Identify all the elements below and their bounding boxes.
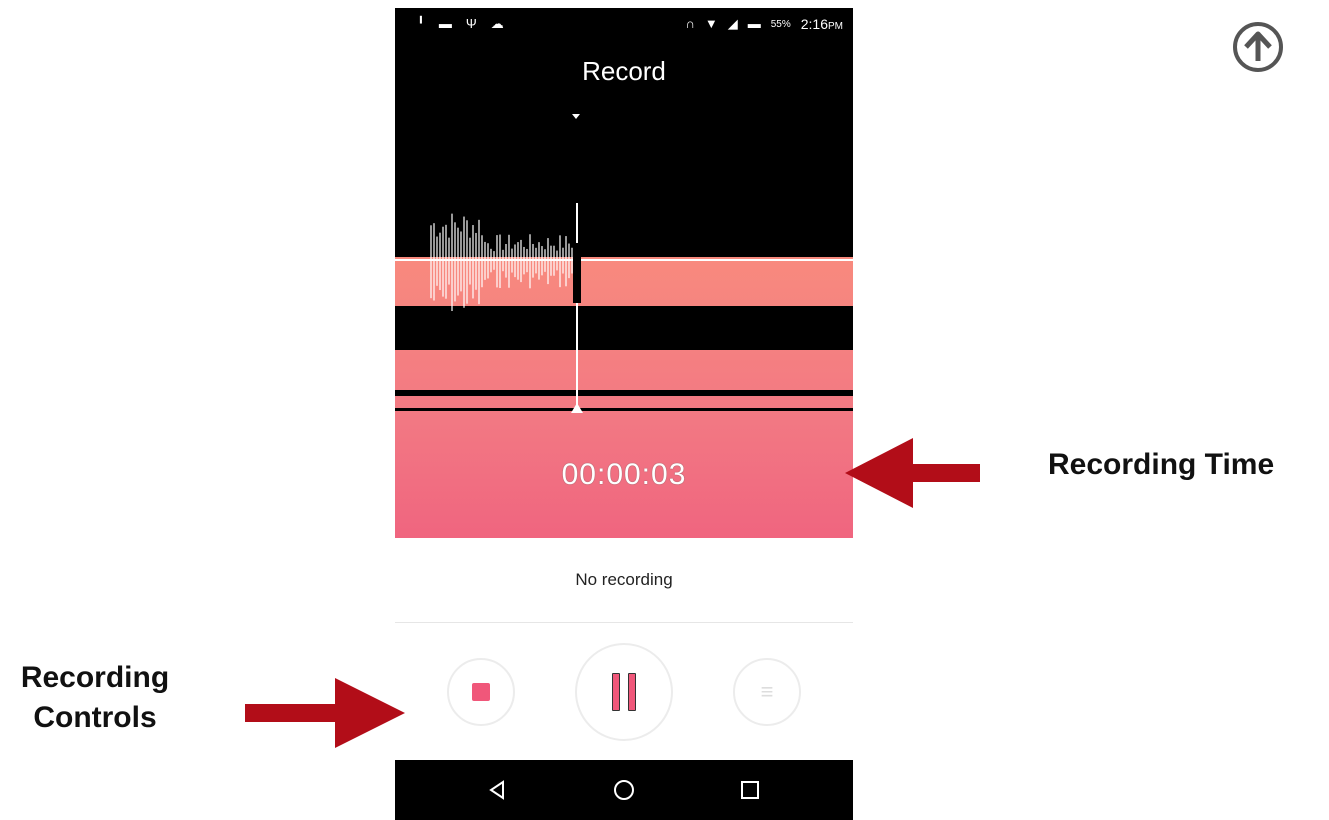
recording-controls-label: Recording Controls: [20, 661, 170, 734]
arrow-right-icon: [245, 678, 405, 748]
recording-time-label: Recording Time: [1048, 448, 1275, 481]
wifi-icon: ▼: [704, 16, 718, 31]
recording-status: No recording: [575, 570, 673, 589]
arrow-left-icon: [845, 438, 980, 508]
recording-timer: 00:00:03: [561, 458, 687, 491]
battery-percent: 55%: [770, 18, 791, 30]
pause-button[interactable]: [575, 643, 673, 741]
waveform: [395, 203, 853, 413]
stop-icon: [472, 683, 490, 701]
status-bar: ╹ ▬ Ψ ☁ ∩ ▼ ◢ ▬ 55% 2:16PM: [395, 8, 853, 42]
navigation-bar: [395, 760, 853, 820]
clock: 2:16PM: [800, 16, 843, 32]
notification-icon: ▬: [438, 16, 452, 31]
recents-icon[interactable]: [720, 760, 780, 820]
notification-icon: ╹: [417, 16, 425, 31]
list-icon: ≡: [760, 679, 774, 704]
scroll-to-top-icon[interactable]: [1232, 21, 1284, 73]
usb-icon: Ψ: [465, 16, 477, 31]
dropdown-caret-icon[interactable]: [572, 114, 580, 119]
home-icon[interactable]: [594, 760, 654, 820]
battery-icon: ▬: [747, 16, 761, 31]
recordings-list-button[interactable]: ≡: [733, 658, 801, 726]
divider: [395, 622, 853, 623]
cloud-upload-icon: ☁: [490, 16, 504, 31]
stop-button[interactable]: [447, 658, 515, 726]
back-icon[interactable]: [467, 760, 527, 820]
pause-icon: [612, 673, 636, 711]
phone-screen: ╹ ▬ Ψ ☁ ∩ ▼ ◢ ▬ 55% 2:16PM Record 00:00:…: [395, 8, 853, 820]
signal-icon: ◢: [727, 16, 738, 31]
playhead-marker: [571, 403, 583, 413]
headset-icon: ∩: [685, 16, 695, 31]
page-title: Record: [582, 56, 666, 86]
